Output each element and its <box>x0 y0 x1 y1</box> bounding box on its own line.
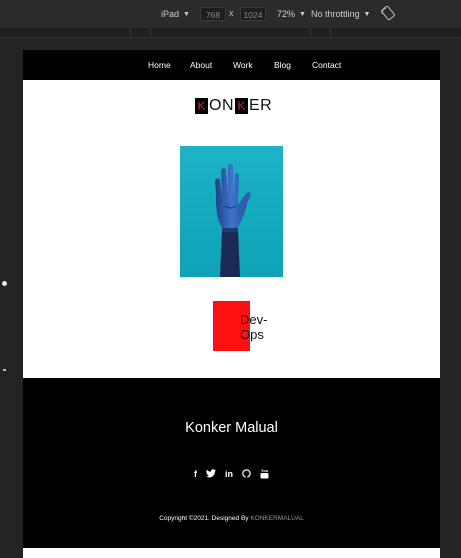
throttling-dropdown-caret-icon: ▼ <box>363 10 371 18</box>
zoom-selector[interactable]: 72% ▼ <box>277 7 306 21</box>
footer-name: Konker Malual <box>185 420 278 436</box>
device-height-input[interactable]: 1024 <box>240 7 266 21</box>
nav-link-blog[interactable]: Blog <box>274 60 291 70</box>
dimension-separator: x <box>229 8 234 18</box>
hero-image-raised-hand <box>180 146 283 277</box>
nav-link-home[interactable]: Home <box>148 60 171 70</box>
twitter-icon[interactable] <box>206 469 216 478</box>
page-bottom-strip <box>23 548 440 558</box>
site-footer: Konker Malual f in You Copyright ©2021. … <box>23 378 440 548</box>
resize-handle-dot[interactable] <box>2 281 7 286</box>
logo-text: ON <box>209 97 234 114</box>
resize-handle-tick <box>3 369 6 371</box>
rotate-icon[interactable] <box>380 5 396 21</box>
devtools-device-toolbar: iPad ▼ 768 x 1024 72% ▼ No throttling ▼ <box>0 0 461 28</box>
throttling-selector[interactable]: No throttling ▼ <box>311 7 370 21</box>
site-navbar: Home About Work Blog Contact <box>23 50 440 80</box>
devops-line-1: Dev- <box>240 312 268 327</box>
throttling-label: No throttling <box>311 9 360 19</box>
nav-link-about[interactable]: About <box>190 60 212 70</box>
github-icon[interactable] <box>242 469 251 478</box>
zoom-dropdown-caret-icon: ▼ <box>299 10 306 18</box>
svg-text:You: You <box>261 468 269 473</box>
media-query-ruler[interactable] <box>0 28 461 38</box>
copyright-text: Copyright ©2021. Designed By KONKERMALUA… <box>23 515 440 522</box>
devops-line-2: Ops <box>240 327 264 342</box>
site-logo[interactable]: K ON K ER <box>195 97 272 115</box>
page-viewport: Home About Work Blog Contact K ON K ER D… <box>23 50 440 558</box>
logo-letter-box: K <box>235 98 248 114</box>
social-links: f in You <box>23 468 440 479</box>
device-width-input[interactable]: 768 <box>200 7 226 21</box>
youtube-icon[interactable]: You <box>260 468 269 479</box>
nav-link-work[interactable]: Work <box>233 60 253 70</box>
copyright-brand-link[interactable]: KONKERMALUAL <box>250 515 303 522</box>
nav-link-contact[interactable]: Contact <box>312 60 341 70</box>
facebook-icon[interactable]: f <box>194 469 197 479</box>
linkedin-icon[interactable]: in <box>225 469 233 479</box>
device-name: iPad <box>161 9 180 19</box>
devops-label: Dev- Ops <box>240 312 280 342</box>
copyright-prefix: Copyright ©2021. Designed By <box>159 515 249 522</box>
zoom-level: 72% <box>277 9 296 19</box>
logo-letter-box: K <box>195 98 208 114</box>
device-selector[interactable]: iPad ▼ <box>161 7 190 21</box>
device-dropdown-caret-icon: ▼ <box>183 10 190 18</box>
logo-text: ER <box>249 97 273 114</box>
